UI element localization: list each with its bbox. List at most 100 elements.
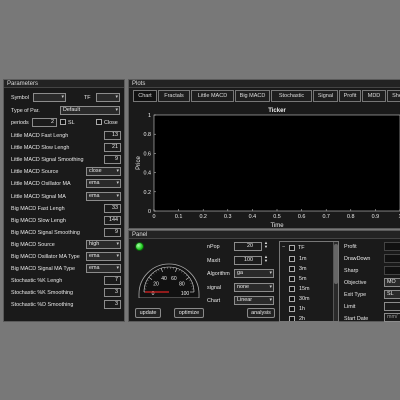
tab-big-macd[interactable]: Big MACD bbox=[235, 90, 270, 102]
param-dropdown-value: ema bbox=[89, 192, 100, 199]
tf-root-label: TF bbox=[298, 245, 305, 251]
tf-item-checkbox[interactable] bbox=[289, 316, 295, 321]
tf-dropdown[interactable]: ▾ bbox=[96, 93, 120, 102]
tf-tree: − TF 1m 3m 5m 15m 30m 1h 2h bbox=[279, 241, 339, 322]
progress-gauge: 02040 6080100 bbox=[138, 263, 200, 298]
maxit-input[interactable]: 100 bbox=[234, 256, 262, 265]
chevron-down-icon: ▾ bbox=[116, 253, 119, 259]
param-number-input[interactable]: 13 bbox=[104, 131, 121, 140]
tab-mdd[interactable]: MDD bbox=[362, 90, 386, 102]
tf-item-checkbox[interactable] bbox=[289, 266, 295, 272]
npop-spinner-icon[interactable]: ▲ ▼ bbox=[264, 241, 268, 249]
x-tick-label: 0.8 bbox=[347, 214, 355, 220]
x-tick-label: 0.2 bbox=[199, 214, 207, 220]
chart-type-dropdown[interactable]: Linear ▾ bbox=[234, 296, 274, 305]
param-label: Stochastic %K Lengh bbox=[11, 278, 63, 285]
param-dropdown[interactable]: close ▾ bbox=[86, 167, 121, 177]
param-dropdown[interactable]: ema ▾ bbox=[86, 191, 121, 201]
tf-tree-scrollbar[interactable] bbox=[333, 242, 338, 321]
sl-label: SL bbox=[68, 120, 75, 126]
tf-item[interactable]: 1h bbox=[289, 305, 329, 313]
ticker-chart: Ticker Time Price 0 0.1 0.2 0.3 0.4 0.5 0.6 0.7 0.8… bbox=[136, 108, 400, 227]
objective-value: MO bbox=[387, 279, 396, 285]
param-dropdown-value: high bbox=[89, 240, 100, 247]
tf-item[interactable]: 15m bbox=[289, 285, 329, 293]
optimize-button[interactable]: optimize bbox=[174, 308, 204, 318]
npop-input[interactable]: 20 bbox=[234, 242, 262, 251]
tf-item[interactable]: 5m bbox=[289, 275, 329, 283]
tab-little-macd[interactable]: Little MACD bbox=[191, 90, 234, 102]
type-of-par-value: Default bbox=[63, 107, 81, 113]
tf-item-checkbox[interactable] bbox=[289, 296, 295, 302]
sl-checkbox[interactable] bbox=[60, 119, 66, 125]
tf-item[interactable]: 30m bbox=[289, 295, 329, 303]
param-number-input[interactable]: 9 bbox=[104, 155, 121, 165]
param-dropdown-value: ema bbox=[89, 180, 100, 187]
npop-label: nPop bbox=[207, 244, 220, 250]
chart-label: Chart bbox=[207, 298, 221, 304]
x-axis-label: Time bbox=[270, 223, 284, 227]
param-label: Little MACD Slow Lengh bbox=[11, 145, 70, 152]
tree-collapse-icon[interactable]: − bbox=[282, 244, 285, 250]
param-number-input[interactable]: 7 bbox=[104, 276, 121, 286]
exit-type-dropdown[interactable]: SL bbox=[384, 290, 400, 299]
tf-item-checkbox[interactable] bbox=[289, 276, 295, 282]
type-of-par-dropdown[interactable]: Default ▾ bbox=[60, 106, 120, 115]
analysis-button[interactable]: analysis bbox=[247, 308, 275, 318]
param-dropdown[interactable]: ema ▾ bbox=[86, 264, 121, 274]
tf-item-checkbox[interactable] bbox=[289, 306, 295, 312]
tf-item[interactable]: 3m bbox=[289, 265, 329, 273]
y-tick-label: 0.4 bbox=[144, 171, 152, 177]
limit-input[interactable] bbox=[384, 302, 400, 311]
start-date-input[interactable]: mm/ bbox=[384, 313, 400, 322]
close-checkbox[interactable] bbox=[96, 119, 102, 125]
param-dropdown[interactable]: high ▾ bbox=[86, 239, 121, 249]
tab-chart[interactable]: Chart bbox=[133, 90, 157, 102]
param-number-input[interactable]: 33 bbox=[104, 203, 121, 213]
scroll-thumb[interactable] bbox=[334, 244, 338, 284]
parameters-title: Parameters bbox=[4, 80, 124, 88]
gauge-tick-label: 20 bbox=[153, 282, 159, 288]
param-number-input[interactable]: 144 bbox=[104, 215, 121, 225]
tf-item-checkbox[interactable] bbox=[289, 286, 295, 292]
y-tick-label: 0.6 bbox=[144, 151, 152, 157]
param-number-input[interactable]: 3 bbox=[104, 300, 121, 310]
param-dropdown[interactable]: ema ▾ bbox=[86, 179, 121, 189]
param-label: Little MACD Fast Lengh bbox=[11, 133, 69, 139]
periods-input[interactable]: 2 bbox=[32, 118, 57, 127]
metric-label: Limit bbox=[344, 304, 356, 310]
status-light-icon bbox=[135, 242, 144, 251]
param-label: Big MACD Signal MA Type bbox=[11, 266, 76, 273]
tab-stochastic[interactable]: Stochastic bbox=[271, 90, 312, 102]
y-tick-label: 1 bbox=[148, 113, 151, 119]
param-label: Big MACD Slow Lengh bbox=[11, 217, 66, 224]
tab-fractals[interactable]: Fractals bbox=[158, 90, 190, 102]
chart-title: Ticker bbox=[268, 108, 286, 114]
control-panel: Panel 0 20 40 60 80 100 update optimize analy… bbox=[128, 230, 400, 322]
param-dropdown-value: ema bbox=[89, 265, 100, 272]
maxit-spinner-icon[interactable]: ▲ ▼ bbox=[264, 255, 268, 263]
tf-item[interactable]: 1m bbox=[289, 255, 329, 263]
gauge-tick-label: 60 bbox=[171, 276, 177, 282]
tab-signal[interactable]: Signal bbox=[313, 90, 338, 102]
tab-she[interactable]: She bbox=[387, 90, 400, 102]
tf-root-checkbox[interactable] bbox=[289, 245, 295, 251]
param-number-input[interactable]: 3 bbox=[104, 288, 121, 298]
x-tick-label: 0.7 bbox=[322, 214, 330, 220]
tf-item-label: 5m bbox=[299, 276, 307, 282]
tf-item-checkbox[interactable] bbox=[289, 256, 295, 262]
tf-item-label: 15m bbox=[299, 286, 310, 292]
tf-item[interactable]: 2h bbox=[289, 315, 329, 321]
update-button[interactable]: update bbox=[135, 308, 161, 318]
type-of-par-label: Type of Par. bbox=[11, 108, 40, 114]
algorithm-dropdown[interactable]: ga ▾ bbox=[234, 269, 274, 278]
signal-dropdown[interactable]: none ▾ bbox=[234, 283, 274, 292]
param-number-input[interactable]: 9 bbox=[104, 227, 121, 237]
objective-dropdown[interactable]: MO bbox=[384, 278, 400, 287]
symbol-dropdown[interactable]: ▾ bbox=[33, 93, 66, 102]
tf-label: TF bbox=[84, 95, 91, 101]
param-number-input[interactable]: 21 bbox=[104, 143, 121, 153]
param-dropdown[interactable]: ema ▾ bbox=[86, 252, 121, 261]
chevron-down-icon: ▾ bbox=[116, 168, 119, 175]
tab-profit[interactable]: Profit bbox=[339, 90, 361, 102]
